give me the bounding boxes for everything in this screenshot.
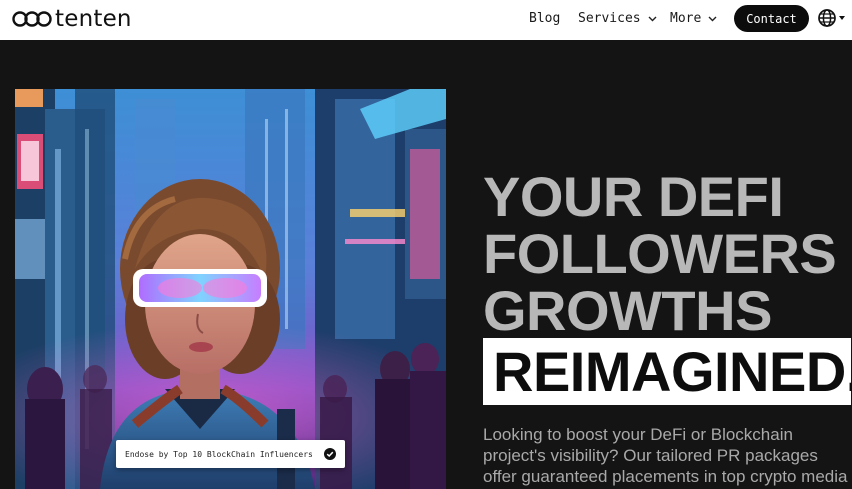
endorsement-badge: Endose by Top 10 BlockChain Influencers bbox=[116, 440, 345, 468]
hero-illustration bbox=[15, 89, 446, 489]
endorsement-text: Endose by Top 10 BlockChain Influencers bbox=[125, 449, 313, 459]
nav-services-label: Services bbox=[578, 11, 641, 26]
nav-blog-link[interactable]: Blog bbox=[529, 10, 560, 28]
nav-services-dropdown[interactable]: Services bbox=[578, 10, 657, 28]
nav-blog-label: Blog bbox=[529, 11, 561, 26]
contact-button-label: Contact bbox=[746, 11, 797, 26]
language-selector[interactable] bbox=[817, 8, 845, 28]
headline-line-3: GROWTHS bbox=[483, 279, 772, 342]
logo-text: tenten bbox=[55, 6, 132, 32]
headline-line-1: YOUR DEFI bbox=[483, 165, 784, 228]
nav-more-dropdown[interactable]: More bbox=[670, 10, 717, 28]
nav-more-label: More bbox=[670, 11, 702, 26]
hero-description: Looking to boost your DeFi or Blockchain… bbox=[483, 425, 848, 486]
headline-line-2: FOLLOWERS bbox=[483, 222, 837, 285]
chevron-down-icon bbox=[708, 16, 717, 22]
globe-icon bbox=[818, 9, 836, 27]
check-circle-icon bbox=[324, 448, 336, 460]
hero-headline: YOUR DEFI FOLLOWERS GROWTHS bbox=[483, 165, 837, 342]
cyberpunk-girl-image bbox=[15, 89, 446, 489]
logo[interactable]: tenten bbox=[12, 6, 132, 32]
chevron-down-icon bbox=[648, 16, 657, 22]
infinity-logo-icon bbox=[12, 11, 52, 27]
top-nav: tenten Blog Services More Contact bbox=[0, 0, 852, 40]
contact-button[interactable]: Contact bbox=[734, 5, 809, 32]
headline-highlight: REIMAGINED. bbox=[483, 338, 852, 405]
caret-down-icon bbox=[839, 16, 845, 20]
headline-highlight-text: REIMAGINED. bbox=[493, 340, 852, 403]
